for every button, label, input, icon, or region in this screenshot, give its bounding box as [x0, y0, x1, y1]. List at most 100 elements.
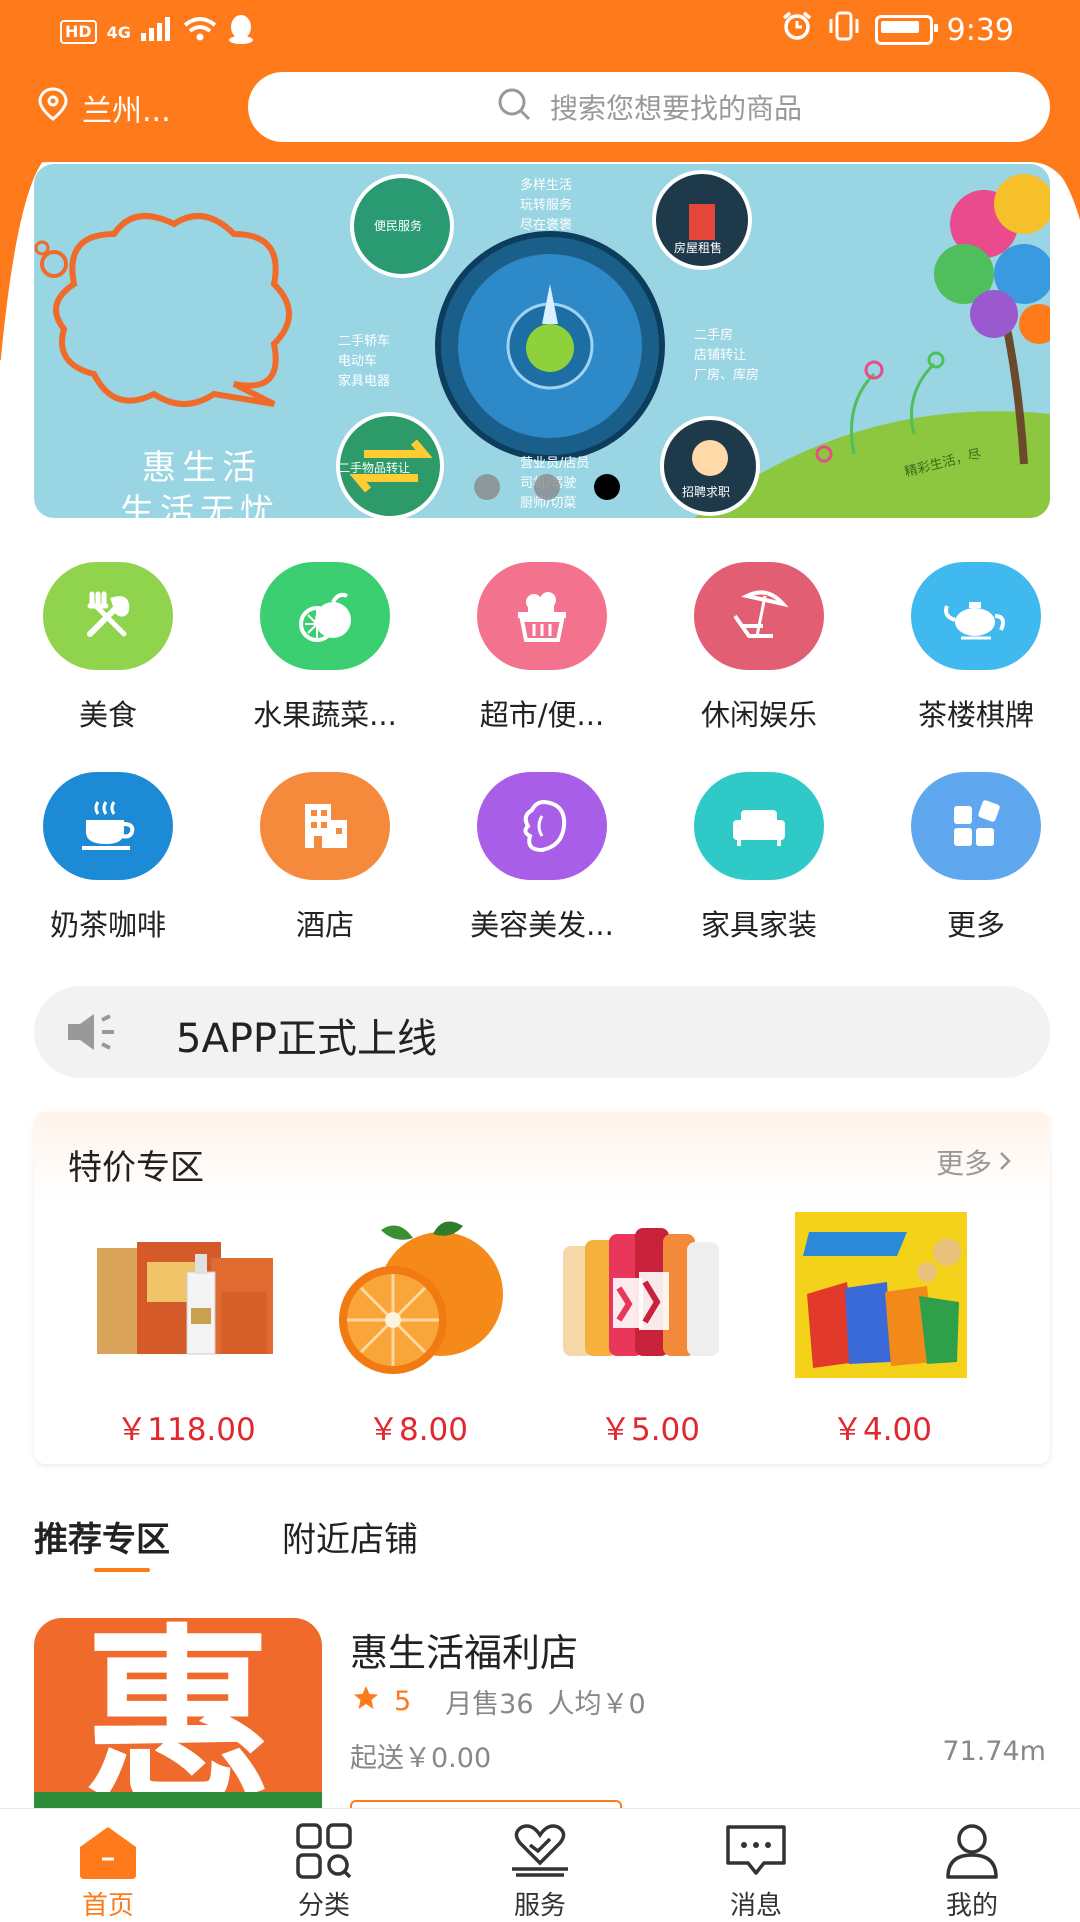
product-price: ￥8.00: [367, 1412, 469, 1448]
vibrate-icon: [827, 11, 861, 49]
product-card[interactable]: ￥5.00: [550, 1212, 750, 1449]
qq-icon: [227, 14, 255, 50]
status-time: 9:39: [946, 12, 1014, 48]
banner-headline-line-2: 生活无忧: [120, 492, 280, 518]
tab-recommended[interactable]: 推荐专区: [34, 1512, 170, 1561]
category-furniture[interactable]: 家具家装: [659, 772, 859, 944]
category-label: 酒店: [295, 908, 354, 942]
category-hotel[interactable]: 酒店: [225, 772, 425, 944]
coffee-cup-icon: [43, 772, 173, 880]
nav-messages[interactable]: 消息: [648, 1809, 864, 1922]
special-more-link[interactable]: 更多: [936, 1142, 1012, 1182]
search-input[interactable]: 搜索您想要找的商品: [248, 72, 1050, 142]
beach-chair-icon: [694, 562, 824, 670]
banner-dot[interactable]: [534, 474, 560, 500]
shop-logo[interactable]: 惠: [34, 1618, 322, 1808]
banner-text-right-2: 店铺转让: [694, 348, 747, 363]
network-label: 4G: [106, 22, 131, 42]
category-label: 超市/便...: [479, 698, 605, 732]
shop-monthly-sales: 月售36: [445, 1689, 534, 1720]
wifi-icon: [183, 16, 217, 48]
location-selector[interactable]: 兰州...: [38, 86, 171, 130]
hd-indicator: HD: [60, 20, 97, 44]
banner-text-top: 多样生活 玩转服务 尽在褒褒: [520, 176, 572, 236]
banner-dot[interactable]: [474, 474, 500, 500]
more-grid-icon: [911, 772, 1041, 880]
vitamin-water-bottles-image: [555, 1212, 745, 1382]
nav-label: 我的: [945, 1891, 998, 1921]
nav-home[interactable]: 首页: [0, 1809, 216, 1922]
product-card[interactable]: ￥118.00: [86, 1212, 286, 1449]
banner-text-left: 二手轿车 电动车 家具电器: [338, 332, 390, 392]
location-label: 兰州...: [82, 94, 171, 129]
category-label: 奶茶咖啡: [49, 908, 166, 942]
banner-pagination: [474, 474, 620, 500]
banner-text-left-2: 电动车: [338, 354, 378, 369]
location-pin-icon: [38, 87, 68, 129]
product-price: ￥4.00: [831, 1412, 933, 1448]
banner-text-right-1: 二手房: [694, 328, 734, 343]
potato-chips-image: [787, 1212, 977, 1382]
battery-icon: [874, 15, 938, 45]
shop-rating: 5: [394, 1686, 412, 1717]
category-label: 更多: [946, 908, 1005, 942]
alarm-icon: [781, 10, 813, 50]
shop-avg-price: 人均￥0: [547, 1689, 646, 1720]
more-label: 更多: [935, 1147, 992, 1180]
signal-icon: [140, 17, 173, 47]
category-label: 家具家装: [700, 908, 817, 942]
category-food[interactable]: 美食: [8, 562, 208, 734]
beauty-icon: [477, 772, 607, 880]
banner-item-1: 便民服务: [374, 219, 423, 233]
category-label: 茶楼棋牌: [917, 698, 1034, 732]
banner-text-right: 二手房 店铺转让 厂房、库房: [694, 326, 759, 386]
search-placeholder: 搜索您想要找的商品: [549, 92, 802, 125]
chevron-right-icon: [998, 1146, 1012, 1179]
category-label: 水果蔬菜...: [253, 698, 397, 732]
product-card[interactable]: ￥4.00: [782, 1212, 982, 1449]
nav-profile[interactable]: 我的: [864, 1809, 1080, 1922]
banner-item-2: 房屋租售: [674, 241, 723, 255]
banner-text-top-3: 尽在褒褒: [520, 218, 573, 233]
banner-dot-active[interactable]: [594, 474, 620, 500]
shop-distance: 71.74m: [942, 1736, 1046, 1767]
special-offers-section: 特价专区 更多 ￥118.00 ￥8.00 ￥5.00 ￥4.00: [34, 1112, 1050, 1464]
category-fruit-vegetables[interactable]: 水果蔬菜...: [225, 562, 425, 734]
category-milk-tea-coffee[interactable]: 奶茶咖啡: [8, 772, 208, 944]
oranges-image: [323, 1212, 513, 1382]
notice-bar[interactable]: 5APP正式上线: [34, 986, 1050, 1078]
category-leisure[interactable]: 休闲娱乐: [659, 562, 859, 734]
category-beauty[interactable]: 美容美发...: [442, 772, 642, 944]
nav-label: 首页: [81, 1891, 134, 1921]
banner-text-right-3: 厂房、库房: [694, 368, 760, 383]
nav-category[interactable]: 分类: [216, 1809, 432, 1922]
nav-label: 分类: [297, 1891, 350, 1921]
banner-text-top-1: 多样生活: [520, 178, 573, 193]
shop-name[interactable]: 惠生活福利店: [350, 1622, 578, 1677]
category-supermarket[interactable]: 超市/便...: [442, 562, 642, 734]
special-title: 特价专区: [68, 1148, 204, 1188]
nav-label: 服务: [513, 1891, 566, 1921]
banner-headline-line-1: 惠生活: [142, 448, 262, 488]
promo-banner[interactable]: 惠生活 生活无忧 多样生活 玩转服务 尽在褒褒 二手轿车 电动车 家具电器 二手…: [34, 164, 1050, 518]
status-bar: HD 4G 9:39: [0, 0, 1080, 62]
sofa-icon: [694, 772, 824, 880]
tab-nearby-shops[interactable]: 附近店铺: [282, 1512, 418, 1561]
banner-headline: 惠生活 生活无忧: [120, 446, 280, 518]
banner-text-top-2: 玩转服务: [520, 198, 573, 213]
tab-active-indicator: [94, 1568, 150, 1572]
bottom-nav: 首页 分类 服务 消息 我的: [0, 1808, 1080, 1921]
nav-service[interactable]: 服务: [432, 1809, 648, 1922]
banner-item-4: 招聘求职: [682, 485, 731, 499]
basket-icon: [477, 562, 607, 670]
category-more[interactable]: 更多: [876, 772, 1076, 944]
home-icon: [0, 1809, 216, 1879]
category-teahouse[interactable]: 茶楼棋牌: [876, 562, 1076, 734]
banner-text-left-1: 二手轿车: [338, 334, 391, 349]
product-card[interactable]: ￥8.00: [318, 1212, 518, 1449]
search-icon: [496, 86, 532, 129]
shop-min-order: 起送￥0.00: [350, 1743, 492, 1774]
speaker-icon: [64, 1010, 120, 1058]
nav-label: 消息: [729, 1891, 782, 1921]
hotel-icon: [260, 772, 390, 880]
